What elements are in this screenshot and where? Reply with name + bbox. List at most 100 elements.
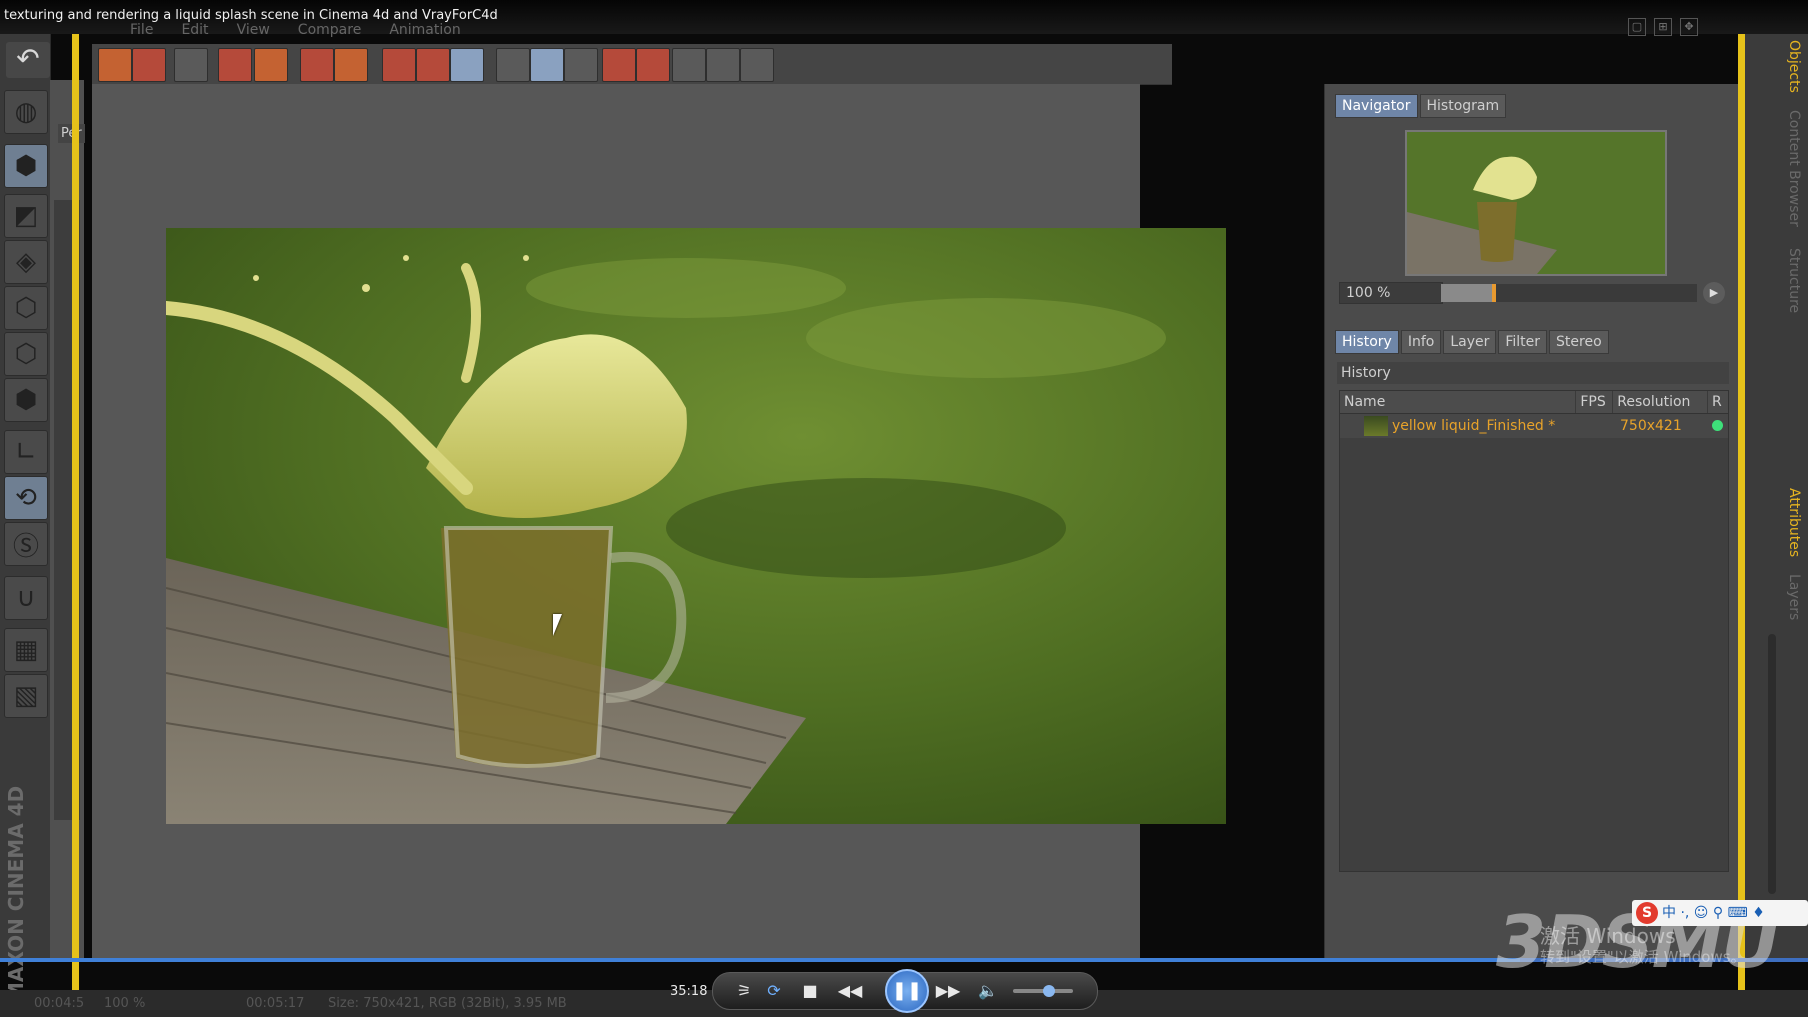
polygons-mode-icon[interactable]: ⬢ xyxy=(4,378,48,422)
axis-icon[interactable]: ∟ xyxy=(4,430,48,474)
snap-icon[interactable]: Ⓢ xyxy=(4,522,48,566)
render-team-icon[interactable] xyxy=(450,48,484,82)
planar-workplane-icon[interactable]: ▧ xyxy=(4,674,48,718)
history-table: Name FPS Resolution R yellow liquid_Fini… xyxy=(1339,390,1729,872)
set-b-icon[interactable] xyxy=(636,48,670,82)
play-arrow-icon[interactable]: ▶ xyxy=(1703,282,1725,304)
tab-histogram[interactable]: Histogram xyxy=(1419,94,1507,118)
volume-knob[interactable] xyxy=(1043,985,1055,997)
zoom-control: 100 % ▶ xyxy=(1339,282,1725,304)
left-tool-palette: ↶ ◍ ⬢ ◩ ◈ ⬡ ⬡ ⬢ ∟ ⟲ Ⓢ ∪ ▦ ▧ MAXON CINEMA… xyxy=(0,34,51,1002)
swap-icon[interactable] xyxy=(706,48,740,82)
fast-forward-icon[interactable]: ▶▶ xyxy=(935,979,961,1003)
frame-line-right xyxy=(1738,34,1745,1017)
layout-icon[interactable]: ▢ xyxy=(1628,18,1646,36)
difference-icon[interactable] xyxy=(672,48,706,82)
pause-button[interactable]: ❚❚ xyxy=(885,969,929,1013)
region-icon[interactable] xyxy=(218,48,252,82)
menu-edit[interactable]: Edit xyxy=(181,22,208,44)
render-region-icon[interactable] xyxy=(254,48,288,82)
tab-navigator[interactable]: Navigator xyxy=(1335,94,1418,118)
fullscreen-icon[interactable] xyxy=(740,48,774,82)
table-row[interactable]: yellow liquid_Finished * 750x421 xyxy=(1340,414,1728,438)
col-fps[interactable]: FPS xyxy=(1576,391,1614,413)
volume-icon[interactable]: 🔈 xyxy=(975,979,1001,1003)
magnet-icon[interactable]: ∪ xyxy=(4,576,48,620)
rewind-icon[interactable]: ◀◀ xyxy=(837,979,863,1003)
copy-icon[interactable] xyxy=(300,48,334,82)
stop-icon[interactable]: ■ xyxy=(797,979,823,1003)
mouse-cursor-icon xyxy=(553,614,571,636)
navigator-panel: Navigator Histogram 100 % ▶ History Info… xyxy=(1324,84,1741,962)
zoom-field[interactable]: 100 % xyxy=(1339,282,1443,304)
navigator-thumbnail[interactable] xyxy=(1405,130,1667,276)
zoom-slider-fill xyxy=(1441,284,1493,302)
thumbnail-art xyxy=(1407,132,1665,274)
snapshot-icon[interactable]: ⚞ xyxy=(731,979,757,1003)
undo-icon[interactable]: ↶ xyxy=(6,42,50,78)
windows-activation-hint: 转到"设置"以激活 Windows。 xyxy=(1540,948,1746,966)
tab-layer[interactable]: Layer xyxy=(1443,330,1497,354)
texture-mode-icon[interactable]: ◩ xyxy=(4,194,48,238)
paste-icon[interactable] xyxy=(334,48,368,82)
navigator-tabs: Navigator Histogram xyxy=(1335,94,1507,118)
tab-history[interactable]: History xyxy=(1335,330,1399,354)
menu-compare[interactable]: Compare xyxy=(298,22,362,44)
render-picture-icon[interactable] xyxy=(416,48,450,82)
scrollbar[interactable] xyxy=(1768,634,1776,894)
side-tabs: Objects Content Browser Structure Attrib… xyxy=(1740,34,1808,962)
tweak-icon[interactable]: ⟲ xyxy=(4,476,48,520)
tab-filter[interactable]: Filter xyxy=(1498,330,1548,354)
history-tabs: History Info Layer Filter Stereo xyxy=(1335,330,1609,354)
picture-viewer-toolbar xyxy=(92,44,1172,85)
video-title: texturing and rendering a liquid splash … xyxy=(4,8,498,23)
video-progress xyxy=(0,958,1520,962)
workplane-icon[interactable]: ◈ xyxy=(4,240,48,284)
col-resolution[interactable]: Resolution xyxy=(1613,391,1709,413)
zoom-slider-knob[interactable] xyxy=(1492,284,1497,302)
render-image[interactable] xyxy=(166,228,1226,824)
split-view-icon[interactable] xyxy=(530,48,564,82)
compare-ab-icon[interactable] xyxy=(496,48,530,82)
status-info: Size: 750x421, RGB (32Bit), 3.95 MB xyxy=(328,996,567,1011)
video-time: 35:18 xyxy=(670,984,708,999)
history-item-resolution: 750x421 xyxy=(1620,418,1682,434)
menu-animation[interactable]: Animation xyxy=(389,22,460,44)
col-name[interactable]: Name xyxy=(1340,391,1577,413)
picture-viewer-menu: File Edit View Compare Animation xyxy=(92,22,1210,44)
save-icon[interactable] xyxy=(132,48,166,82)
render-view-icon[interactable] xyxy=(382,48,416,82)
history-section-title: History xyxy=(1337,362,1729,384)
repeat-icon[interactable]: ⟳ xyxy=(761,979,787,1003)
grid-icon[interactable] xyxy=(174,48,208,82)
expand-icon[interactable]: ⊞ xyxy=(1654,18,1672,36)
points-mode-icon[interactable]: ⬡ xyxy=(4,286,48,330)
maxon-logo: MAXON CINEMA 4D xyxy=(4,785,28,1002)
view-globe-icon[interactable]: ◍ xyxy=(4,90,48,134)
window-buttons: ▢ ⊞ ✥ xyxy=(1628,18,1698,36)
splash-render-art xyxy=(166,228,1226,824)
status-time-left: 00:04:5 xyxy=(34,996,85,1011)
history-item-name: yellow liquid_Finished * xyxy=(1392,418,1556,434)
zoom-slider[interactable] xyxy=(1441,284,1697,302)
tab-stereo[interactable]: Stereo xyxy=(1549,330,1609,354)
history-table-header: Name FPS Resolution R xyxy=(1340,391,1728,414)
ab-swap-icon[interactable] xyxy=(564,48,598,82)
model-mode-icon[interactable]: ⬢ xyxy=(4,144,48,188)
ime-status: 中 ·, ☺ ⚲ ⌨ ♦ xyxy=(1662,905,1765,921)
status-zoom: 100 % xyxy=(104,996,146,1011)
move-icon[interactable]: ✥ xyxy=(1680,18,1698,36)
windows-activation-title: 激活 Windows xyxy=(1540,924,1676,948)
menu-file[interactable]: File xyxy=(130,22,153,44)
menu-view[interactable]: View xyxy=(237,22,270,44)
player-controls: ⚞ ⟳ ■ ◀◀ ❚❚ ▶▶ 🔈 xyxy=(712,969,1098,1013)
open-icon[interactable] xyxy=(98,48,132,82)
tab-info[interactable]: Info xyxy=(1400,330,1442,354)
volume-slider[interactable] xyxy=(1013,985,1073,997)
edges-mode-icon[interactable]: ⬡ xyxy=(4,332,48,376)
col-r[interactable]: R xyxy=(1708,391,1728,413)
lock-plane-icon[interactable]: ▦ xyxy=(4,628,48,672)
render-complete-dot xyxy=(1712,420,1723,431)
frame-line-left xyxy=(72,34,79,1017)
set-a-icon[interactable] xyxy=(602,48,636,82)
